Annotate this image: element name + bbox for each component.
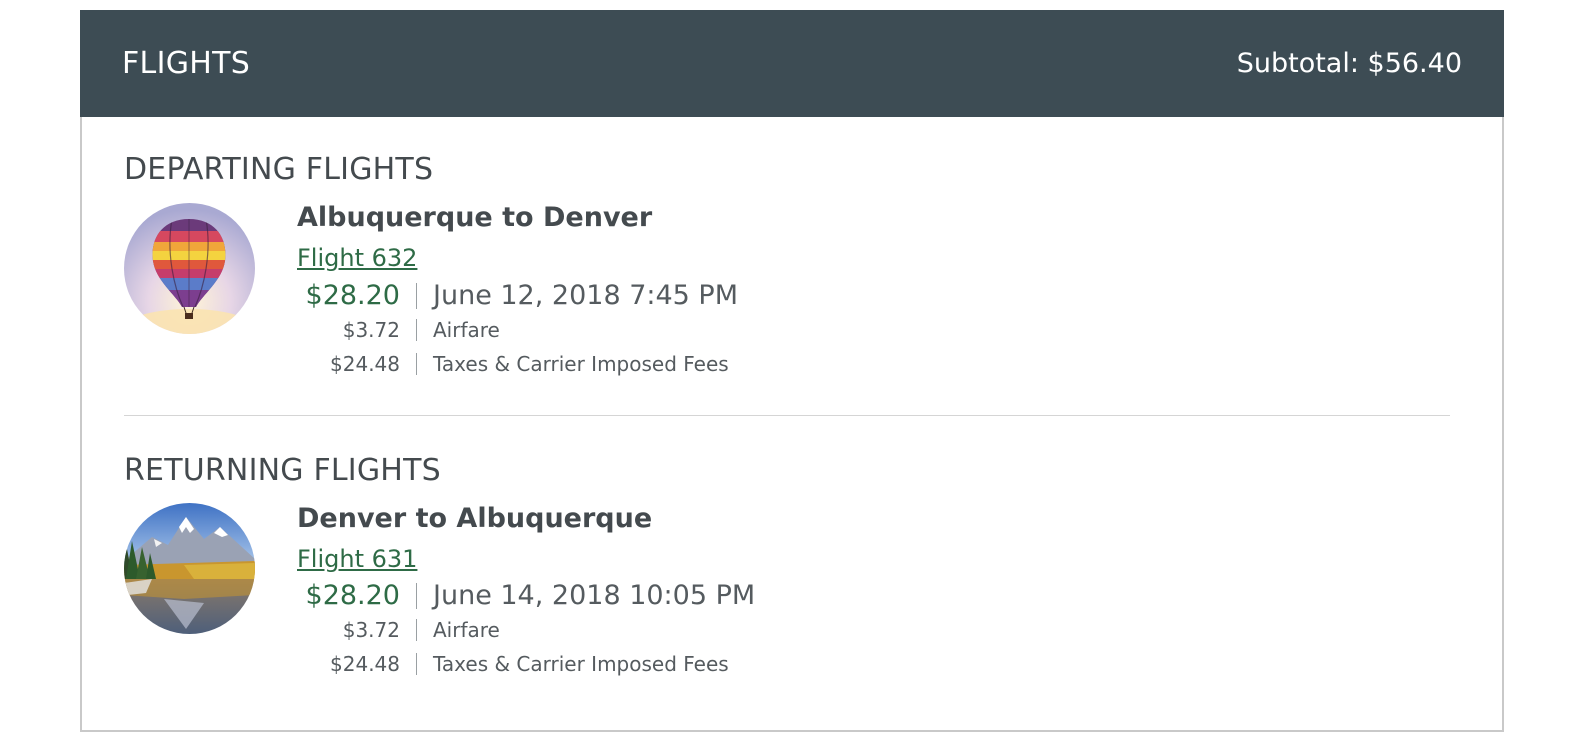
departing-airfare-row: $3.72 Airfare xyxy=(297,318,500,342)
hot-air-balloon-icon xyxy=(124,203,255,334)
returning-price-row: $28.20 June 14, 2018 10:05 PM xyxy=(297,580,756,611)
mountain-lake-icon xyxy=(124,503,255,634)
returning-flight-link[interactable]: Flight 631 xyxy=(297,545,417,573)
divider-bar xyxy=(416,619,417,641)
departing-route: Albuquerque to Denver xyxy=(297,202,653,233)
returning-section-title: RETURNING FLIGHTS xyxy=(124,453,441,488)
departing-datetime: June 12, 2018 7:45 PM xyxy=(433,280,738,311)
returning-airfare-amount: $3.72 xyxy=(342,618,400,642)
subtotal: Subtotal: $56.40 xyxy=(1236,48,1462,79)
returning-route: Denver to Albuquerque xyxy=(297,503,653,534)
departing-section-title: DEPARTING FLIGHTS xyxy=(124,152,434,187)
returning-airfare-row: $3.72 Airfare xyxy=(297,618,500,642)
departing-fees-row: $24.48 Taxes & Carrier Imposed Fees xyxy=(297,352,729,376)
divider-bar xyxy=(416,319,417,341)
departing-airfare-amount: $3.72 xyxy=(342,318,400,342)
departing-flight-link[interactable]: Flight 632 xyxy=(297,244,417,272)
departing-fees-amount: $24.48 xyxy=(330,352,400,376)
divider-bar xyxy=(416,353,417,375)
flights-header: FLIGHTS Subtotal: $56.40 xyxy=(80,10,1504,117)
departing-price-row: $28.20 June 12, 2018 7:45 PM xyxy=(297,280,738,311)
returning-airfare-label: Airfare xyxy=(433,618,500,642)
returning-section: RETURNING FLIGHTS Denver to Albuquerque … xyxy=(124,453,1464,693)
divider-bar xyxy=(416,282,417,309)
returning-fees-row: $24.48 Taxes & Carrier Imposed Fees xyxy=(297,652,729,676)
flights-card: FLIGHTS Subtotal: $56.40 DEPARTING FLIGH… xyxy=(80,10,1504,732)
returning-fees-label: Taxes & Carrier Imposed Fees xyxy=(433,652,729,676)
section-divider xyxy=(124,415,1450,416)
divider-bar xyxy=(416,582,417,609)
returning-price: $28.20 xyxy=(305,580,400,611)
returning-datetime: June 14, 2018 10:05 PM xyxy=(433,580,756,611)
departing-price: $28.20 xyxy=(305,280,400,311)
departing-airfare-label: Airfare xyxy=(433,318,500,342)
departing-section: DEPARTING FLIGHTS Albuquerque to Denver … xyxy=(124,152,1464,392)
divider-bar xyxy=(416,653,417,675)
returning-fees-amount: $24.48 xyxy=(330,652,400,676)
departing-fees-label: Taxes & Carrier Imposed Fees xyxy=(433,352,729,376)
flights-title: FLIGHTS xyxy=(122,46,251,81)
